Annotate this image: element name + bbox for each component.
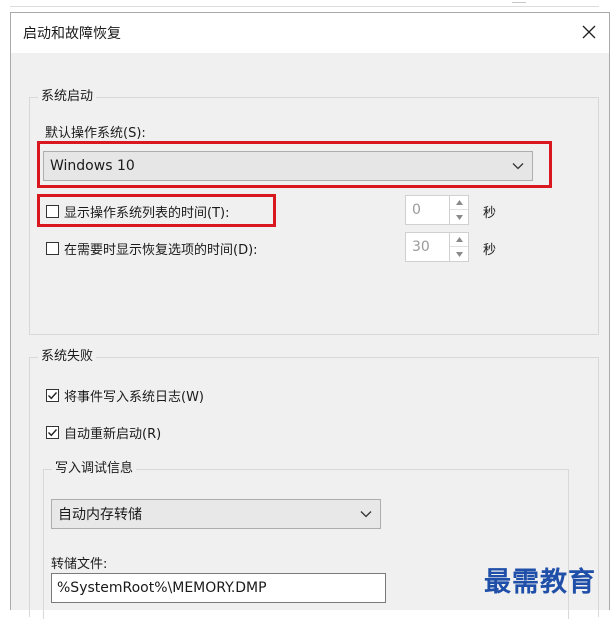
spin-up-icon [455,237,463,242]
checkbox-box [46,389,59,402]
show-recovery-label: 在需要时显示恢复选项的时间(D): [64,243,258,258]
checkbox-box [46,242,59,255]
default-os-select[interactable]: Windows 10 [43,151,533,181]
checkmark-icon [48,392,58,400]
startup-recovery-dialog: 启动和故障恢复 系统启动 默认操作系统(S): Windows 10 显示操作系… [10,12,610,619]
chevron-down-icon [512,163,524,170]
spin-up-button[interactable] [450,233,468,247]
show-recovery-time-spinner[interactable]: 30 [405,232,469,262]
dialog-title: 启动和故障恢复 [23,26,121,42]
debug-info-type-value: 自动内存转储 [58,507,142,523]
show-os-list-checkbox[interactable]: 显示操作系统列表的时间(T): [46,202,229,221]
write-event-checkbox[interactable]: 将事件写入系统日志(W) [46,386,204,405]
dump-file-label: 转储文件: [51,557,108,572]
system-startup-title: 系统启动 [38,88,97,106]
spin-down-button[interactable] [450,247,468,261]
show-recovery-unit: 秒 [483,243,497,258]
background-window-mark [512,2,526,3]
spin-up-button[interactable] [450,196,468,210]
spin-up-icon [455,200,463,205]
show-os-list-time-value: 0 [412,202,421,218]
write-event-label: 将事件写入系统日志(W) [64,390,204,405]
debug-info-title: 写入调试信息 [52,460,137,478]
default-os-label: 默认操作系统(S): [45,126,146,141]
spin-down-button[interactable] [450,210,468,224]
spinner-buttons [449,233,468,261]
spinner-buttons [449,196,468,224]
dump-file-input[interactable]: %SystemRoot%\MEMORY.DMP [51,573,386,603]
default-os-value: Windows 10 [50,158,135,174]
close-icon [582,25,596,39]
checkbox-box [46,205,59,218]
watermark-logo: 最需教育 [484,567,596,598]
auto-restart-label: 自动重新启动(R) [64,427,162,442]
show-recovery-time-value: 30 [412,239,430,255]
spin-down-icon [455,214,463,220]
show-os-list-time-spinner[interactable]: 0 [405,195,469,225]
chevron-down-icon [360,511,372,518]
checkbox-box [46,426,59,439]
spin-down-icon [455,251,463,257]
show-recovery-checkbox[interactable]: 在需要时显示恢复选项的时间(D): [46,239,258,258]
show-os-list-unit: 秒 [483,206,497,221]
close-button[interactable] [569,13,609,51]
background-window-line [10,6,599,7]
dump-file-value: %SystemRoot%\MEMORY.DMP [57,580,267,596]
debug-info-type-select[interactable]: 自动内存转储 [51,499,381,529]
checkmark-icon [48,429,58,437]
auto-restart-checkbox[interactable]: 自动重新启动(R) [46,423,161,442]
show-os-list-label: 显示操作系统列表的时间(T): [64,206,230,221]
system-failure-title: 系统失败 [38,348,97,366]
title-bar: 启动和故障恢复 [11,13,609,53]
